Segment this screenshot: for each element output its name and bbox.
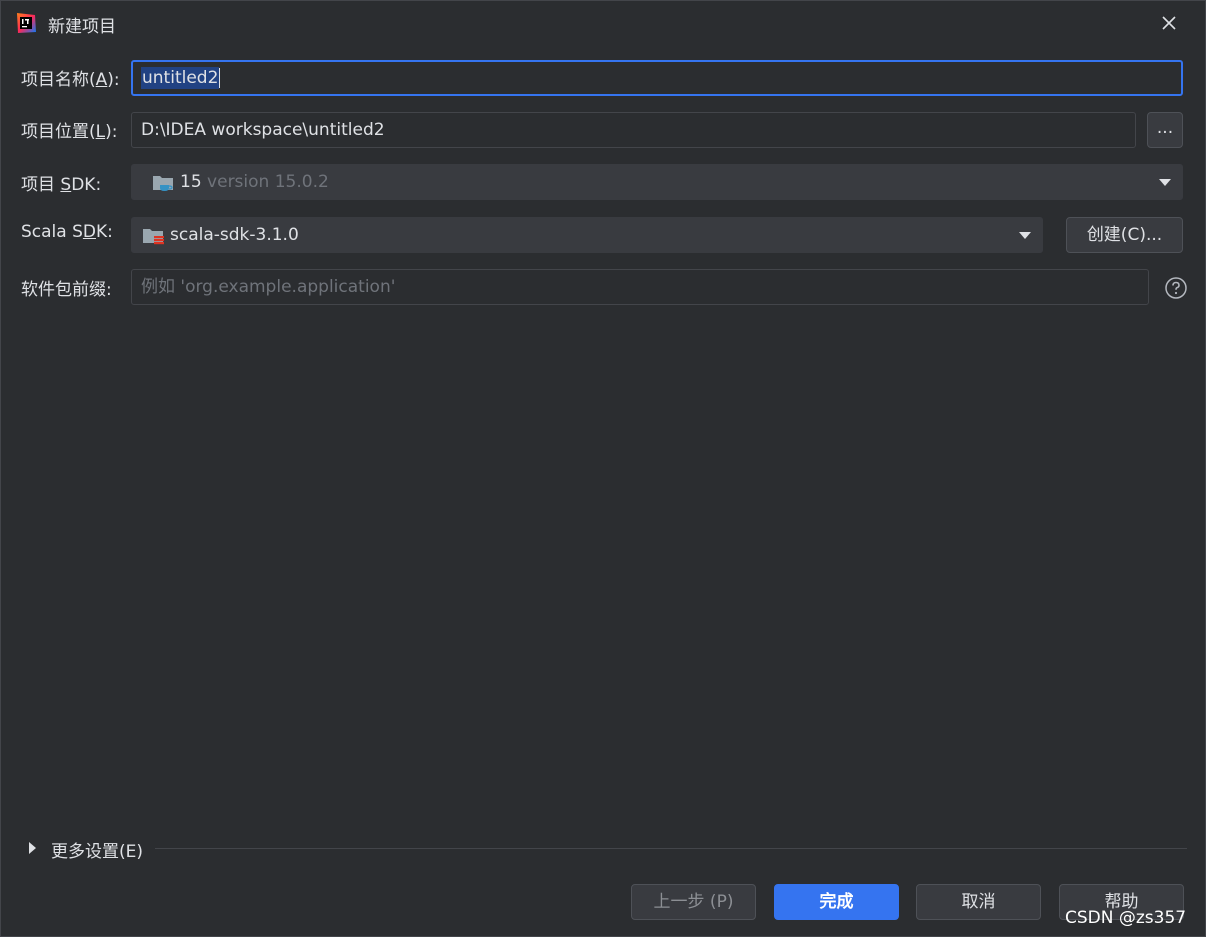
text-cursor <box>219 68 221 88</box>
close-icon[interactable] <box>1155 9 1183 37</box>
cancel-button[interactable]: 取消 <box>916 884 1041 920</box>
project-sdk-label-text: 项目 <box>21 175 61 195</box>
project-sdk-label-suffix: DK: <box>71 175 102 195</box>
previous-button[interactable]: 上一步 (P) <box>631 884 756 920</box>
scala-sdk-label-mnemonic: D <box>82 222 96 242</box>
chevron-down-icon <box>1019 232 1031 239</box>
project-name-label-text: 项目名称( <box>21 70 96 90</box>
project-location-label-text: 项目位置( <box>21 122 96 142</box>
create-scala-sdk-button[interactable]: 创建(C)... <box>1066 217 1183 253</box>
project-name-label: 项目名称(A): <box>21 65 120 90</box>
package-prefix-input[interactable]: 例如 'org.example.application' <box>131 269 1149 305</box>
dialog-title: 新建项目 <box>48 17 116 37</box>
finish-button[interactable]: 完成 <box>774 884 899 920</box>
browse-location-button[interactable]: ... <box>1147 112 1183 148</box>
project-sdk-dropdown[interactable]: 15 version 15.0.2 <box>131 164 1183 200</box>
chevron-down-icon <box>1159 179 1171 186</box>
sdk-detail: version 15.0.2 <box>207 172 329 192</box>
triangle-right-icon <box>29 842 36 854</box>
project-name-label-suffix: ): <box>107 70 120 90</box>
project-sdk-label: 项目 SDK: <box>21 170 101 195</box>
scala-sdk-label-suffix: K: <box>95 222 113 242</box>
project-location-input[interactable]: D:\IDEA workspace\untitled2 <box>131 112 1136 148</box>
project-location-label-suffix: ): <box>105 122 118 142</box>
intellij-idea-icon <box>17 13 36 33</box>
watermark: CSDN @zs357 <box>1065 908 1187 928</box>
project-location-value: D:\IDEA workspace\untitled2 <box>141 120 385 140</box>
scala-sdk-dropdown[interactable]: scala-sdk-3.1.0 <box>131 217 1043 253</box>
title-bar: 新建项目 <box>1 1 1205 45</box>
sdk-selected: 15 version 15.0.2 <box>180 165 329 199</box>
project-location-label: 项目位置(L): <box>21 117 118 142</box>
project-name-input[interactable]: untitled2 <box>131 60 1183 96</box>
package-prefix-label: 软件包前缀: <box>21 280 112 300</box>
jdk-folder-icon <box>153 176 173 191</box>
scala-sdk-label-text: Scala S <box>21 222 83 242</box>
sdk-version: 15 <box>180 172 202 192</box>
project-name-label-mnemonic: A <box>95 70 108 90</box>
question-icon[interactable] <box>1164 276 1188 300</box>
more-settings-label: 更多设置(E) <box>51 842 144 862</box>
new-project-dialog: 新建项目 项目名称(A): untitled2 项目位置(L): D:\IDEA… <box>0 0 1206 937</box>
project-name-value: untitled2 <box>141 67 220 89</box>
project-sdk-label-mnemonic: S <box>60 175 72 195</box>
package-prefix-placeholder: 例如 'org.example.application' <box>141 277 396 297</box>
scala-folder-icon <box>143 229 164 245</box>
project-location-label-mnemonic: L <box>95 122 106 142</box>
separator <box>155 848 1187 849</box>
scala-sdk-value: scala-sdk-3.1.0 <box>170 225 299 245</box>
scala-sdk-label: Scala SDK: <box>21 222 113 242</box>
